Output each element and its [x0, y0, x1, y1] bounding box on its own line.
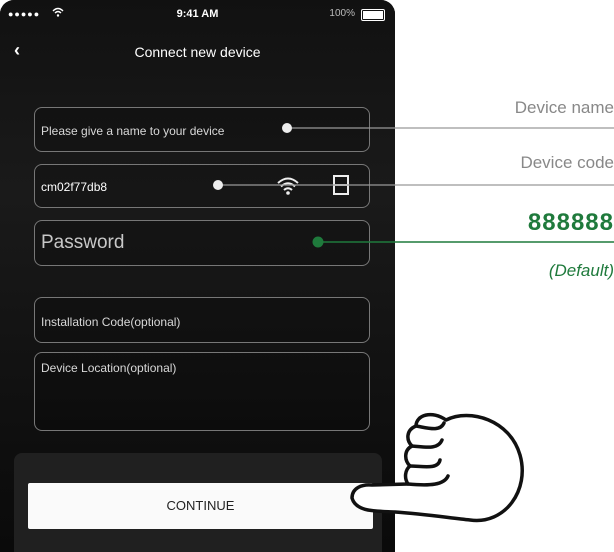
callout-device-code: Device code [520, 153, 614, 172]
password-placeholder: Password [41, 232, 125, 253]
battery-percent: 100% [329, 8, 355, 19]
phone-screen: ●●●●● 9:41 AM 100% ‹ Connect new device … [0, 0, 395, 552]
device-name-field[interactable]: Please give a name to your device [34, 107, 370, 152]
device-name-placeholder: Please give a name to your device [41, 124, 225, 138]
callout-default-note: (Default) [548, 261, 614, 280]
installation-code-placeholder: Installation Code(optional) [41, 315, 181, 329]
password-field[interactable]: Password [34, 220, 370, 266]
qr-scan-icon[interactable] [333, 175, 349, 195]
nav-bar: ‹ Connect new device [0, 34, 395, 70]
continue-button[interactable]: CONTINUE [28, 483, 373, 529]
device-code-field[interactable]: cm02f77db8 [34, 164, 370, 208]
battery-icon [361, 9, 385, 21]
device-location-placeholder: Device Location(optional) [41, 361, 177, 375]
callout-default-password: 888888 [527, 209, 614, 236]
device-code-value: cm02f77db8 [41, 180, 108, 194]
status-bar: ●●●●● 9:41 AM 100% [0, 0, 395, 30]
wifi-icon[interactable] [276, 177, 300, 195]
device-location-field[interactable]: Device Location(optional) [34, 352, 370, 431]
callout-device-name: Device name [514, 98, 614, 117]
installation-code-field[interactable]: Installation Code(optional) [34, 297, 370, 343]
page-title: Connect new device [134, 44, 261, 60]
